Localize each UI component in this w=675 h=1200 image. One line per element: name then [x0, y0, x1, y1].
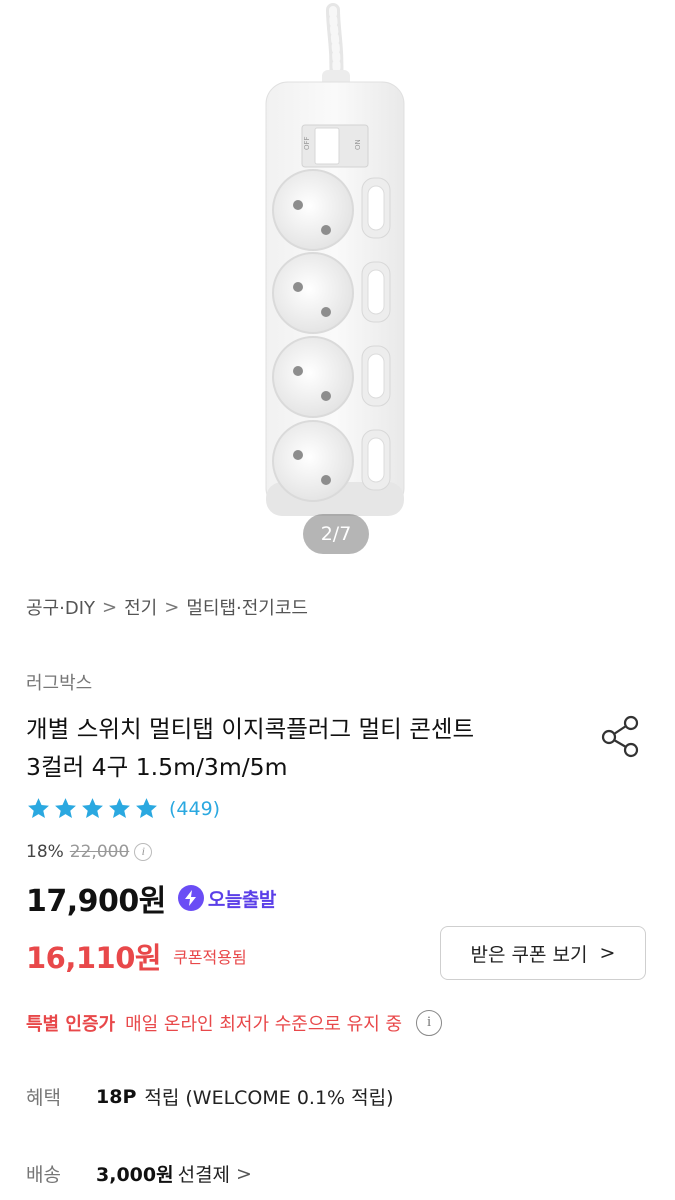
star-icon	[28, 798, 49, 818]
special-price-label: 특별 인증가	[26, 1014, 116, 1035]
lightning-icon	[177, 885, 204, 911]
svg-text:ON: ON	[354, 139, 362, 150]
special-certified-price: 특별 인증가 매일 온라인 최저가 수준으로 유지 중 i	[26, 1010, 443, 1036]
today-delivery-badge: 오늘출발	[177, 885, 276, 912]
chevron-right-icon: >	[102, 596, 118, 618]
product-image-gallery[interactable]: OFF ON 2/7	[0, 0, 675, 570]
product-title-line2: 3컬러 4구 1.5m/3m/5m	[26, 753, 288, 781]
benefit-text: 적립 (WELCOME 0.1% 적립)	[144, 1087, 394, 1109]
coupon-applied-label: 쿠폰적용됨	[173, 948, 247, 967]
shipping-type: 선결제	[177, 1164, 231, 1186]
star-icon	[136, 798, 157, 818]
breadcrumb-item-tools[interactable]: 공구·DIY	[26, 594, 95, 620]
original-price: 22,000	[69, 842, 130, 862]
shipping-row[interactable]: 배송 3,000원 선결제 >	[26, 1160, 252, 1187]
breadcrumb: 공구·DIY > 전기 > 멀티탭·전기코드	[26, 594, 308, 620]
view-coupons-button[interactable]: 받은 쿠폰 보기 >	[440, 926, 646, 980]
share-button[interactable]	[598, 713, 644, 759]
review-count[interactable]: (449)	[169, 798, 220, 820]
special-price-text: 매일 온라인 최저가 수준으로 유지 중	[125, 1014, 403, 1035]
product-title-line1: 개별 스위치 멀티탭 이지콕플러그 멀티 콘센트	[26, 715, 475, 743]
coupon-price: 16,110원	[26, 941, 162, 975]
price-row: 17,900원 오늘출발	[26, 876, 276, 920]
product-title: 개별 스위치 멀티탭 이지콕플러그 멀티 콘센트 3컬러 4구 1.5m/3m/…	[26, 710, 586, 786]
chevron-right-icon: >	[236, 1162, 252, 1185]
shipping-label: 배송	[26, 1164, 61, 1186]
star-icon	[82, 798, 103, 818]
benefit-label: 혜택	[26, 1087, 61, 1109]
benefit-points: 18P	[96, 1085, 137, 1108]
benefit-row: 혜택 18P 적립 (WELCOME 0.1% 적립)	[26, 1083, 394, 1110]
rating[interactable]: (449)	[26, 796, 220, 821]
chevron-right-icon: >	[164, 596, 180, 618]
shipping-fee: 3,000원	[96, 1164, 174, 1186]
discount-rate: 18%	[26, 842, 64, 862]
svg-text:OFF: OFF	[303, 136, 311, 150]
image-counter: 2/7	[303, 514, 369, 554]
info-icon[interactable]: i	[416, 1010, 443, 1036]
discount-row: 18% 22,000 i	[26, 842, 153, 862]
breadcrumb-item-electric[interactable]: 전기	[124, 594, 157, 620]
info-icon[interactable]: i	[134, 843, 153, 861]
coupon-price-row: 16,110원 쿠폰적용됨	[26, 935, 247, 977]
breadcrumb-item-multitap[interactable]: 멀티탭·전기코드	[186, 594, 308, 620]
product-image: OFF ON	[265, 3, 405, 516]
sale-price: 17,900원	[26, 884, 166, 919]
star-icon	[109, 798, 130, 818]
share-icon	[601, 715, 639, 758]
brand-name[interactable]: 러그박스	[26, 669, 92, 695]
star-icon	[55, 798, 76, 818]
chevron-right-icon: >	[599, 942, 616, 964]
delivery-badge-label: 오늘출발	[207, 888, 276, 911]
view-coupons-label: 받은 쿠폰 보기	[470, 943, 588, 966]
